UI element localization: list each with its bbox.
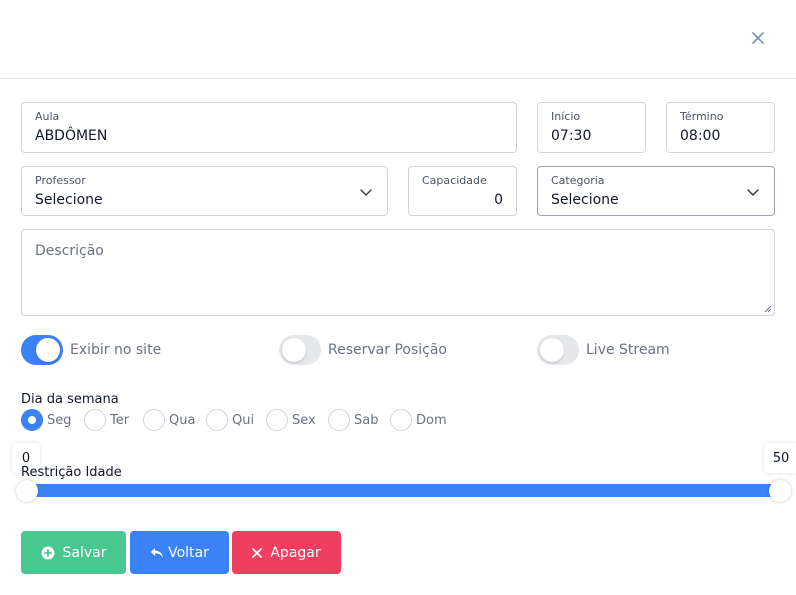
exibir-site-switch[interactable]: [21, 335, 63, 365]
switch-knob: [36, 338, 60, 362]
slider-max-value: 50: [764, 443, 796, 473]
inicio-field[interactable]: Início 07:30: [537, 102, 646, 153]
termino-field[interactable]: Término 08:00: [666, 102, 775, 153]
switch-knob: [540, 338, 564, 362]
inicio-label: Início: [551, 110, 581, 123]
termino-value: 08:00: [680, 128, 721, 144]
capacidade-field[interactable]: Capacidade 0: [408, 166, 517, 216]
professor-label: Professor: [35, 174, 86, 187]
termino-label: Término: [680, 110, 724, 123]
modal-header: [0, 0, 796, 79]
radio-button[interactable]: [84, 409, 106, 431]
inicio-value: 07:30: [551, 128, 592, 144]
weekday-option-label: Sab: [354, 412, 379, 428]
close-icon: [252, 547, 263, 558]
reservar-posicao-switch[interactable]: [279, 335, 321, 365]
radio-button[interactable]: [21, 409, 43, 431]
capacidade-value: 0: [494, 192, 503, 208]
switch-knob: [282, 338, 306, 362]
toggle-reservar-posicao: Reservar Posição: [279, 335, 447, 365]
radio-button[interactable]: [328, 409, 350, 431]
weekday-option-label: Qui: [232, 412, 255, 428]
radio-button[interactable]: [206, 409, 228, 431]
reservar-posicao-label: Reservar Posição: [328, 342, 447, 358]
exibir-site-label: Exibir no site: [70, 342, 162, 358]
toggle-live-stream: Live Stream: [537, 335, 670, 365]
weekday-option-sab[interactable]: Sab: [328, 408, 378, 432]
weekday-option-label: Qua: [169, 412, 196, 428]
delete-button-label: Apagar: [270, 544, 321, 561]
age-range-min-handle[interactable]: [16, 480, 38, 502]
save-button-label: Salvar: [62, 544, 107, 561]
weekday-option-sex[interactable]: Sex: [266, 408, 316, 432]
back-button[interactable]: Voltar: [130, 531, 229, 574]
weekday-option-label: Seg: [47, 412, 72, 428]
chevron-down-icon: [360, 189, 372, 196]
back-button-label: Voltar: [168, 544, 209, 561]
descricao-placeholder: Descrição: [35, 243, 104, 259]
capacidade-label: Capacidade: [422, 174, 487, 187]
categoria-label: Categoria: [551, 174, 605, 187]
categoria-value: Selecione: [551, 192, 619, 208]
weekday-label: Dia da semana: [21, 392, 119, 407]
weekday-option-qua[interactable]: Qua: [143, 408, 195, 432]
live-stream-switch[interactable]: [537, 335, 579, 365]
radio-button[interactable]: [143, 409, 165, 431]
delete-button[interactable]: Apagar: [232, 531, 341, 574]
age-range-track[interactable]: [27, 484, 780, 497]
professor-select[interactable]: Professor Selecione: [21, 166, 388, 216]
descricao-textarea[interactable]: Descrição: [21, 229, 775, 316]
live-stream-label: Live Stream: [586, 342, 670, 358]
save-button[interactable]: Salvar: [21, 531, 126, 574]
radio-button[interactable]: [390, 409, 412, 431]
plus-circle-icon: [41, 546, 55, 560]
weekday-option-qui[interactable]: Qui: [206, 408, 254, 432]
weekday-option-label: Dom: [416, 412, 447, 428]
weekday-option-label: Sex: [292, 412, 316, 428]
categoria-select[interactable]: Categoria Selecione: [537, 166, 775, 216]
professor-value: Selecione: [35, 192, 103, 208]
toggle-exibir-site: Exibir no site: [21, 335, 161, 365]
aula-label: Aula: [35, 110, 60, 123]
resize-handle-icon[interactable]: [764, 305, 772, 313]
weekday-option-label: Ter: [110, 412, 130, 428]
weekday-option-ter[interactable]: Ter: [84, 408, 129, 432]
radio-button[interactable]: [266, 409, 288, 431]
close-icon: [752, 32, 764, 44]
aula-field[interactable]: Aula ABDÔMEN: [21, 102, 517, 153]
aula-value: ABDÔMEN: [35, 128, 108, 144]
reply-icon: [150, 547, 164, 559]
chevron-down-icon: [747, 189, 759, 196]
weekday-option-dom[interactable]: Dom: [390, 408, 447, 432]
age-range-max-handle[interactable]: [769, 480, 791, 502]
age-restriction-label: Restrição Idade: [21, 465, 122, 480]
close-button[interactable]: [748, 28, 768, 48]
weekday-option-seg[interactable]: Seg: [21, 408, 72, 432]
